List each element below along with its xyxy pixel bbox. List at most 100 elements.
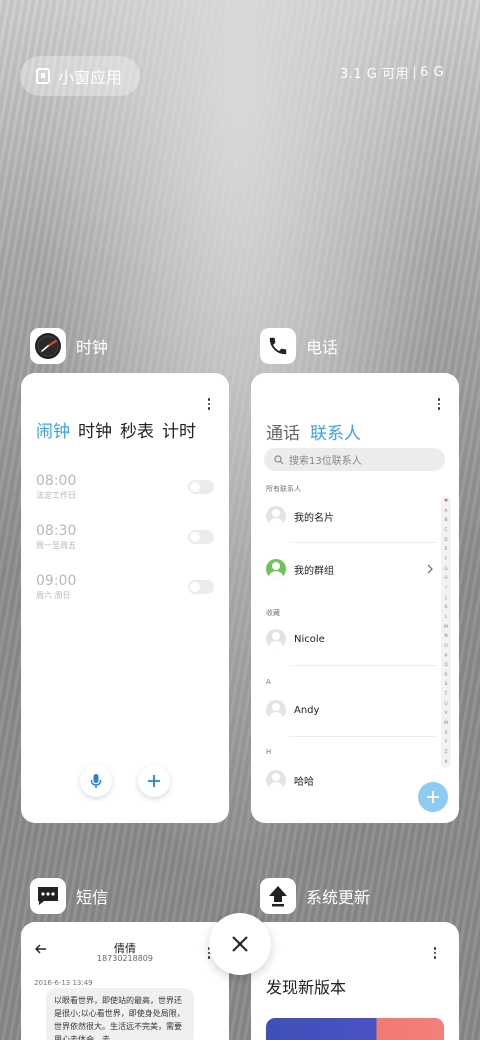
index-letter[interactable]: T	[445, 692, 448, 697]
update-app-icon	[260, 878, 296, 914]
index-letter[interactable]: B	[444, 518, 447, 523]
section-h: H	[266, 748, 272, 756]
index-letter[interactable]: F	[445, 557, 448, 562]
sms-contact-number: 18730218809	[97, 954, 153, 963]
index-letter[interactable]: Y	[445, 740, 448, 745]
message-bubble[interactable]: 以眼看世界，即使站的最高，世界还是很小;以心看世界，即使身处局限，世界依然很大。…	[46, 988, 194, 1040]
add-alarm-button[interactable]	[138, 765, 170, 797]
update-app-header[interactable]: 系统更新	[260, 878, 370, 914]
memory-separator	[414, 66, 416, 79]
clock-more-icon[interactable]	[207, 398, 211, 410]
update-app-name: 系统更新	[306, 888, 371, 907]
phone-more-icon[interactable]	[437, 398, 441, 410]
phone-tabs: 通话 联系人	[266, 419, 361, 444]
sms-app-icon	[30, 878, 66, 914]
tab-clock[interactable]: 时钟	[78, 417, 112, 442]
alphabet-index-bar[interactable]: ♥ A B C D E F G H I J K L M N O P Q R S …	[441, 496, 451, 768]
close-icon	[232, 936, 248, 952]
mini-app-button[interactable]: 小窗应用	[20, 56, 140, 96]
contact-item[interactable]: 我的名片	[266, 506, 334, 526]
tab-timer[interactable]: 计时	[162, 417, 196, 442]
divider	[289, 665, 437, 666]
phone-card[interactable]: 通话 联系人 搜索13位联系人 所有联系人 我的名片 我的群组 收藏 Nicol…	[251, 373, 459, 823]
contact-item[interactable]: 哈哈	[266, 770, 314, 790]
update-card[interactable]: 发现新版本	[251, 922, 459, 1040]
index-letter[interactable]: W	[444, 721, 448, 726]
sms-app-header[interactable]: 短信	[30, 878, 108, 914]
index-letter[interactable]: V	[444, 711, 447, 716]
update-title: 发现新版本	[266, 978, 347, 997]
microphone-icon	[90, 774, 102, 788]
tab-contacts[interactable]: 联系人	[310, 419, 361, 444]
index-letter[interactable]: E	[445, 547, 448, 552]
phone-app-name: 电话	[306, 338, 339, 357]
chevron-right-icon	[427, 564, 433, 574]
index-letter[interactable]: Z	[444, 750, 447, 755]
clock-app-icon	[30, 328, 66, 364]
index-letter[interactable]: R	[444, 673, 447, 678]
memory-available: 3.1 G 可用	[340, 67, 410, 82]
floating-window-icon	[36, 68, 50, 84]
index-letter[interactable]: G	[444, 567, 448, 572]
contact-item[interactable]: 我的群组	[266, 559, 334, 579]
section-favorites: 收藏	[266, 609, 280, 617]
contact-item[interactable]: Andy	[266, 700, 319, 720]
contact-name: 我的群组	[294, 565, 334, 577]
update-more-icon[interactable]	[433, 947, 437, 959]
index-letter[interactable]: K	[445, 605, 448, 610]
index-letter[interactable]: P	[445, 654, 448, 659]
alarm-toggle[interactable]	[188, 480, 214, 494]
search-icon	[274, 454, 284, 464]
tab-stopwatch[interactable]: 秒表	[120, 417, 154, 442]
phone-app-icon	[260, 328, 296, 364]
alarm-toggle[interactable]	[188, 530, 214, 544]
index-letter[interactable]: Q	[444, 663, 448, 668]
tab-calls[interactable]: 通话	[266, 419, 300, 444]
avatar	[266, 700, 286, 720]
index-letter[interactable]: H	[444, 576, 447, 581]
sms-card[interactable]: 倩倩 18730218809 2016-6-13 13:49 以眼看世界，即使站…	[21, 922, 229, 1040]
avatar	[266, 770, 286, 790]
clock-tabs: 闹钟 时钟 秒表 计时	[36, 417, 196, 442]
add-contact-button[interactable]	[418, 782, 448, 812]
sms-app-name: 短信	[76, 888, 109, 907]
tab-alarm[interactable]: 闹钟	[36, 417, 70, 442]
section-all-contacts: 所有联系人	[266, 485, 301, 493]
index-letter[interactable]: U	[444, 702, 447, 707]
contact-item[interactable]: Nicole	[266, 629, 325, 649]
index-letter[interactable]: L	[445, 615, 448, 620]
contact-name: 哈哈	[294, 776, 314, 788]
phone-app-header[interactable]: 电话	[260, 328, 338, 364]
index-letter[interactable]: C	[444, 528, 447, 533]
divider	[289, 736, 437, 737]
index-letter[interactable]: ♥	[444, 499, 448, 504]
index-letter[interactable]: D	[444, 538, 447, 543]
index-letter[interactable]: I	[445, 586, 446, 591]
index-letter[interactable]: #	[444, 760, 448, 765]
divider	[289, 542, 437, 543]
index-letter[interactable]: A	[444, 509, 447, 514]
plus-icon	[427, 791, 439, 803]
clock-card[interactable]: 闹钟 时钟 秒表 计时 08:00 法定工作日 08:30 周一至周五 09:0…	[21, 373, 229, 823]
clock-app-header[interactable]: 时钟	[30, 328, 108, 364]
index-letter[interactable]: N	[444, 634, 447, 639]
avatar	[266, 506, 286, 526]
plus-icon	[148, 775, 160, 787]
section-a: A	[266, 678, 271, 686]
memory-status: 3.1 G 可用 6 G	[340, 63, 444, 82]
voice-alarm-button[interactable]	[80, 765, 112, 797]
update-banner-image	[266, 1018, 444, 1040]
index-letter[interactable]: J	[445, 596, 446, 601]
index-letter[interactable]: S	[445, 682, 448, 687]
index-letter[interactable]: M	[444, 625, 448, 630]
memory-total: 6 G	[420, 65, 444, 80]
clear-all-button[interactable]	[209, 913, 271, 975]
alarm-toggle[interactable]	[188, 580, 214, 594]
mini-app-label: 小窗应用	[58, 68, 123, 87]
group-avatar	[266, 559, 286, 579]
index-letter[interactable]: O	[444, 644, 448, 649]
contact-search-input[interactable]: 搜索13位联系人	[264, 448, 445, 471]
sms-timestamp: 2016-6-13 13:49	[34, 979, 93, 987]
clock-app-name: 时钟	[76, 338, 109, 357]
index-letter[interactable]: X	[444, 731, 447, 736]
